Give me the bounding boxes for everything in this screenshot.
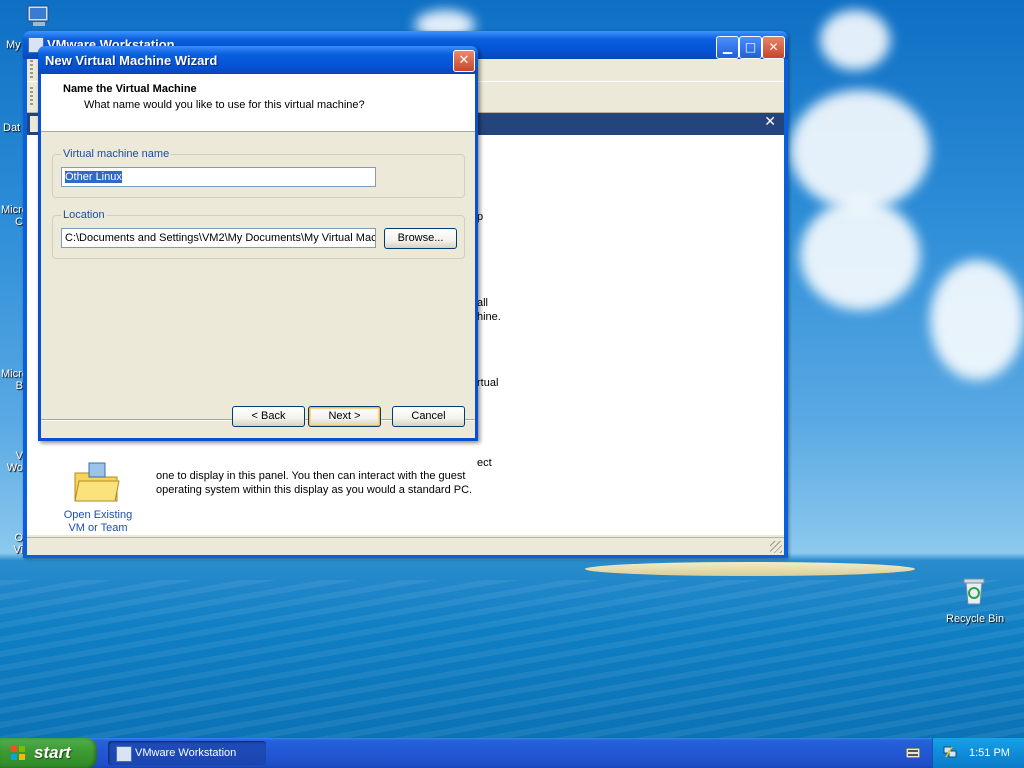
cloud — [790, 90, 930, 210]
close-icon: ✕ — [768, 40, 779, 54]
location-input[interactable]: C:\Documents and Settings\VM2\My Documen… — [61, 228, 376, 248]
cloud — [820, 10, 890, 70]
close-icon: ✕ — [458, 53, 470, 68]
taskbar-item-label: VMware Workstation — [135, 747, 237, 759]
help-text-fragment: hine. — [477, 311, 501, 323]
my-computer-icon[interactable] — [24, 4, 54, 30]
clock: 1:51 PM — [969, 747, 1010, 759]
open-existing-label-line-2: VM or Team — [68, 522, 128, 534]
toolbar-grip[interactable] — [30, 87, 33, 107]
island — [585, 562, 915, 576]
cloud — [800, 200, 920, 310]
vm-name-group: Virtual machine name Other Linux — [52, 148, 465, 198]
open-existing-vm-link[interactable]: Open Existing VM or Team — [57, 509, 139, 535]
wizard-body: Name the Virtual Machine What name would… — [41, 74, 475, 438]
help-text-fragment: rtual — [477, 377, 499, 389]
sea-reflection — [0, 580, 1024, 740]
tab-close-icon[interactable]: ✕ — [764, 114, 776, 130]
help-text-line: one to display in this panel. You then c… — [156, 470, 466, 482]
menubar-grip[interactable] — [30, 60, 33, 80]
desktop-label-micro-b: Micro B — [1, 368, 28, 392]
wizard-header: Name the Virtual Machine What name would… — [41, 74, 475, 132]
location-label: Location — [61, 209, 107, 221]
vm-name-value: Other Linux — [65, 171, 122, 183]
wizard-close-button[interactable]: ✕ — [453, 50, 475, 72]
minimize-icon: ▁ — [722, 40, 733, 54]
network-icon[interactable] — [943, 745, 957, 759]
status-bar — [27, 537, 784, 555]
system-tray: 1:51 PM — [932, 738, 1024, 768]
taskbar: start VMware Workstation 1:51 PM — [0, 738, 1024, 768]
start-label: start — [34, 743, 71, 762]
wizard-step-subtitle: What name would you like to use for this… — [84, 99, 365, 111]
location-group: Location C:\Documents and Settings\VM2\M… — [52, 209, 465, 259]
desktop-label-my: My — [6, 39, 21, 51]
resize-grip[interactable] — [770, 541, 782, 553]
recycle-bin-icon[interactable] — [958, 574, 990, 606]
cloud — [930, 260, 1024, 380]
folder-icon[interactable] — [73, 461, 121, 505]
windows-flag-icon — [11, 746, 25, 760]
taskbar-item-vmware[interactable]: VMware Workstation — [108, 741, 266, 765]
maximize-button[interactable]: □ — [739, 36, 762, 59]
desktop-label-ovi: O Vi — [13, 532, 23, 556]
vm-name-input[interactable]: Other Linux — [61, 167, 376, 187]
wizard-title: New Virtual Machine Wizard — [45, 53, 218, 68]
recycle-bin-label: Recycle Bin — [946, 613, 1005, 625]
wizard-titlebar[interactable]: New Virtual Machine Wizard ✕ — [38, 46, 478, 74]
help-text-line: operating system within this display as … — [156, 484, 473, 496]
desktop-label-vwo: V Wo — [6, 450, 23, 474]
browse-button[interactable]: Browse... — [384, 228, 457, 249]
back-button[interactable]: < Back — [232, 406, 305, 427]
help-text-fragment: ect — [477, 457, 492, 469]
next-button[interactable]: Next > — [308, 406, 381, 427]
start-button[interactable]: start — [0, 738, 97, 768]
vmware-app-icon — [116, 746, 132, 762]
desktop-label-micro-c: Micro C — [1, 204, 28, 228]
keyboard-icon[interactable] — [906, 748, 920, 758]
desktop-label-data: Dat — [3, 122, 21, 134]
minimize-button[interactable]: ▁ — [716, 36, 739, 59]
vm-name-label: Virtual machine name — [61, 148, 172, 160]
cancel-button[interactable]: Cancel — [392, 406, 465, 427]
help-text-fragment: all — [477, 297, 489, 309]
vmware-close-button[interactable]: ✕ — [762, 36, 785, 59]
open-existing-label-line-1: Open Existing — [63, 509, 133, 521]
maximize-icon: □ — [744, 40, 757, 54]
new-vm-wizard-dialog: New Virtual Machine Wizard ✕ Name the Vi… — [38, 46, 478, 441]
wizard-step-title: Name the Virtual Machine — [63, 83, 197, 95]
